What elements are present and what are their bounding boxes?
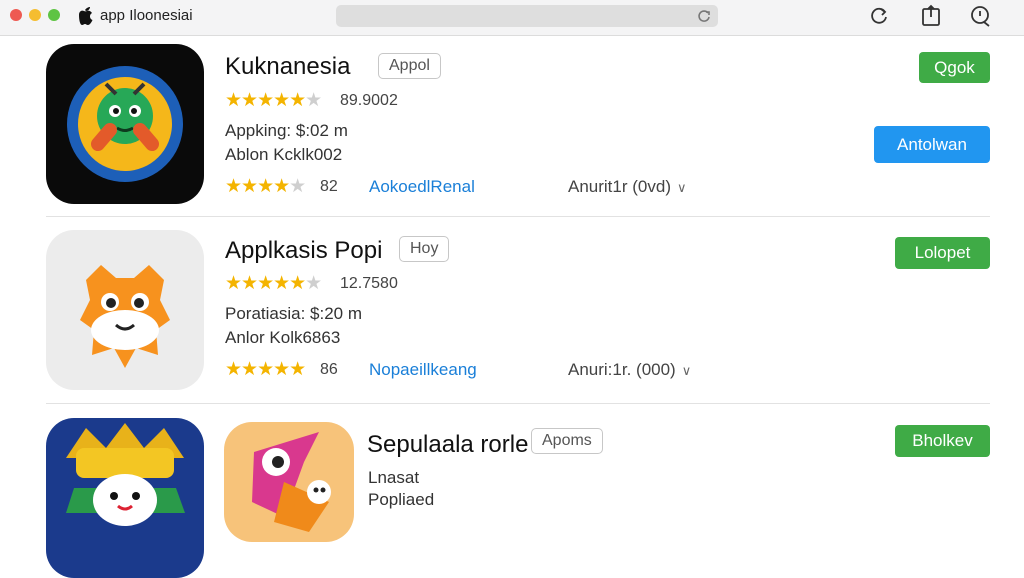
share-icon[interactable] xyxy=(919,4,943,28)
apple-logo-icon xyxy=(79,7,93,25)
window-title: app Iloonesiai xyxy=(100,7,193,24)
author-text: Popliaed xyxy=(368,490,435,509)
address-bar[interactable] xyxy=(336,5,718,27)
rating-count: 89.9002 xyxy=(340,92,398,109)
app-icon[interactable] xyxy=(46,44,204,204)
review-count: 86 xyxy=(320,361,338,378)
version-dropdown[interactable]: Anuri:1r. (000) ∨ xyxy=(568,360,691,380)
review-count: 82 xyxy=(320,178,338,195)
get-button[interactable]: Qgok xyxy=(919,52,990,83)
minimize-window-button[interactable] xyxy=(29,9,41,21)
developer-link[interactable]: AokoedlRenal xyxy=(369,177,475,197)
price-text: Lnasat xyxy=(368,468,420,487)
star-rating: ★★★★★★ xyxy=(225,273,322,294)
title-bar: app Iloonesiai xyxy=(0,0,1024,36)
app-icon[interactable] xyxy=(46,230,204,390)
price-text: Appking: $:02 m xyxy=(225,121,348,140)
app-icon-secondary[interactable] xyxy=(224,422,354,542)
download-button[interactable]: Antolwan xyxy=(874,126,990,163)
category-badge: Hoy xyxy=(399,236,450,262)
app-icon[interactable] xyxy=(46,418,204,578)
version-dropdown[interactable]: Anurit1r (0vd) ∨ xyxy=(568,177,687,197)
star-rating-secondary: ★★★★★ xyxy=(225,359,306,380)
version-text: Anurit1r (0vd) xyxy=(568,177,671,196)
divider xyxy=(46,216,990,217)
app-name[interactable]: Sepulaala rorle xyxy=(367,431,528,459)
star-rating: ★★★★★★ xyxy=(225,90,322,111)
divider xyxy=(46,403,990,404)
get-button[interactable]: Lolopet xyxy=(895,237,990,269)
rating-count: 12.7580 xyxy=(340,275,398,292)
star-rating-secondary: ★★★★★ xyxy=(225,176,306,197)
version-text: Anuri:1r. (000) xyxy=(568,360,676,379)
category-badge: Apoms xyxy=(531,428,603,454)
zoom-window-button[interactable] xyxy=(48,9,60,21)
search-icon[interactable] xyxy=(969,4,993,28)
get-button[interactable]: Bholkev xyxy=(895,425,990,457)
author-text: Anlor Kolk6863 xyxy=(225,328,341,347)
author-text: Ablon Kcklk002 xyxy=(225,145,343,164)
chevron-down-icon: ∨ xyxy=(681,363,692,378)
close-window-button[interactable] xyxy=(10,9,22,21)
reload-icon[interactable] xyxy=(696,8,712,24)
chevron-down-icon: ∨ xyxy=(676,180,687,195)
category-badge: Appol xyxy=(378,53,441,79)
app-name[interactable]: Applkasis Popi xyxy=(225,237,382,265)
refresh-icon[interactable] xyxy=(867,4,891,28)
price-text: Poratiasia: $:20 m xyxy=(225,304,363,323)
app-name[interactable]: Kuknanesia xyxy=(225,53,350,81)
developer-link[interactable]: Nopaeillkeang xyxy=(369,360,477,380)
